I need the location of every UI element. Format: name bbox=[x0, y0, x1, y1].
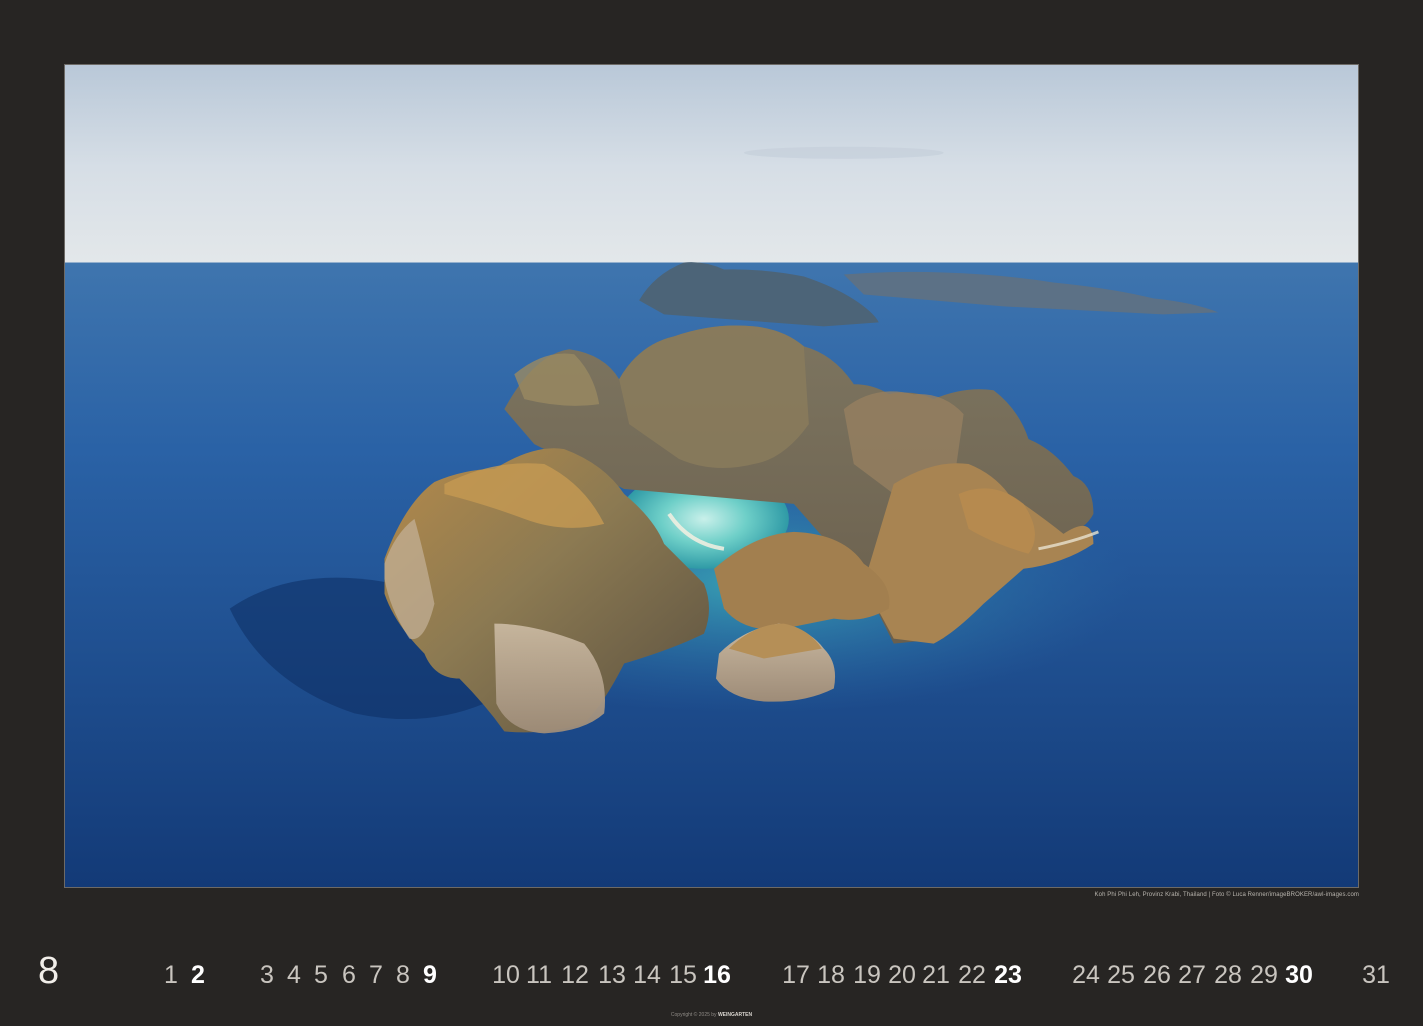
photo-caption: Koh Phi Phi Leh, Provinz Krabi, Thailand… bbox=[1094, 892, 1359, 898]
copyright-line: Copyright © 2025 by WEINGARTEN bbox=[0, 1012, 1423, 1018]
calendar-day-sunday: 30 bbox=[1285, 961, 1313, 989]
calendar-day: 27 bbox=[1178, 961, 1206, 989]
calendar-day: 15 bbox=[669, 961, 697, 989]
calendar-day: 4 bbox=[287, 961, 301, 989]
calendar-day: 18 bbox=[817, 961, 845, 989]
calendar-day: 31 bbox=[1362, 961, 1390, 989]
calendar-day: 29 bbox=[1250, 961, 1278, 989]
island-aerial-image bbox=[65, 65, 1358, 887]
copyright-text: Copyright © 2025 by bbox=[670, 1012, 718, 1018]
calendar-day: 26 bbox=[1143, 961, 1171, 989]
calendar-day: 8 bbox=[396, 961, 410, 989]
calendar-day: 24 bbox=[1072, 961, 1100, 989]
calendar-day: 22 bbox=[958, 961, 986, 989]
calendar-day: 25 bbox=[1107, 961, 1135, 989]
calendar-day: 13 bbox=[598, 961, 626, 989]
calendar-day: 20 bbox=[888, 961, 916, 989]
calendar-days-row: 1 2 3 4 5 6 7 8 9 10 11 12 13 14 15 16 17 18 19 20 21 22 23 24 2… bbox=[0, 960, 1423, 990]
calendar-day-sunday: 9 bbox=[423, 961, 437, 989]
calendar-day: 7 bbox=[369, 961, 383, 989]
calendar-day: 17 bbox=[782, 961, 810, 989]
calendar-day: 3 bbox=[260, 961, 274, 989]
calendar-day-sunday: 16 bbox=[703, 961, 731, 989]
calendar-day: 11 bbox=[526, 961, 552, 989]
calendar-day: 21 bbox=[922, 961, 950, 989]
calendar-day: 5 bbox=[314, 961, 328, 989]
landscape-photo bbox=[64, 64, 1359, 888]
calendar-day: 28 bbox=[1214, 961, 1242, 989]
calendar-day-sunday: 2 bbox=[191, 961, 205, 989]
calendar-day: 10 bbox=[492, 961, 520, 989]
calendar-day: 19 bbox=[853, 961, 881, 989]
calendar-day-sunday: 23 bbox=[994, 961, 1022, 989]
calendar-day: 1 bbox=[164, 961, 178, 989]
calendar-day: 14 bbox=[633, 961, 661, 989]
publisher-brand: WEINGARTEN bbox=[717, 1012, 753, 1018]
calendar-day: 12 bbox=[561, 961, 589, 989]
calendar-day: 6 bbox=[342, 961, 356, 989]
